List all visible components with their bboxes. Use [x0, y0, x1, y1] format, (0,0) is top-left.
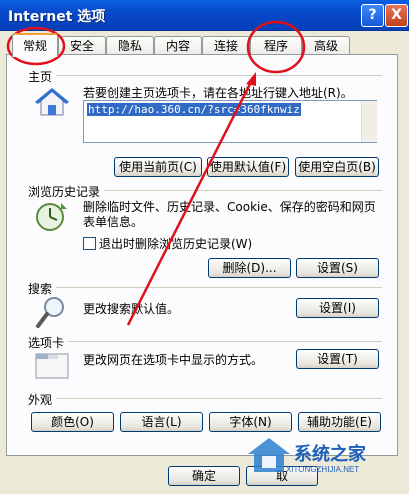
fonts-button[interactable]: 字体(N) [209, 412, 292, 432]
delete-on-exit-label: 退出时删除浏览历史记录(W) [99, 237, 253, 251]
appearance-section-title: 外观 [28, 393, 53, 407]
tab-programs[interactable]: 程序 [250, 36, 302, 55]
watermark-brand: 系统之家 [294, 444, 366, 465]
use-default-button[interactable]: 使用默认值(F) [207, 157, 289, 177]
tabs-description: 更改网页在选项卡中显示的方式。 [83, 353, 264, 367]
ok-button[interactable]: 确定 [168, 466, 240, 486]
home-icon [34, 84, 70, 120]
history-section-title: 浏览历史记录 [28, 185, 101, 199]
tab-content[interactable]: 内容 [154, 36, 202, 55]
tabbed-window-icon [34, 346, 70, 382]
tabs-settings-button[interactable]: 设置(T) [296, 349, 379, 369]
tab-connections[interactable]: 连接 [202, 36, 250, 55]
homepage-url-field[interactable]: http://hao.360.cn/?src=360fknwiz [83, 100, 377, 143]
search-settings-button[interactable]: 设置(I) [296, 298, 379, 318]
accessibility-button[interactable]: 辅助功能(E) [298, 412, 381, 432]
homepage-url-value: http://hao.360.cn/?src=360fknwiz [87, 103, 301, 116]
history-divider [104, 190, 382, 191]
search-description: 更改搜索默认值。 [83, 302, 180, 316]
history-description: 删除临时文件、历史记录、Cookie、保存的密码和网页表单信息。 [83, 200, 376, 229]
delete-on-exit-checkbox[interactable] [83, 237, 96, 250]
tab-security[interactable]: 安全 [58, 36, 106, 55]
use-current-button[interactable]: 使用当前页(C) [114, 157, 202, 177]
window-title: Internet 选项 [8, 9, 106, 25]
use-blank-button[interactable]: 使用空白页(B) [295, 157, 379, 177]
colors-button[interactable]: 颜色(O) [31, 412, 114, 432]
homepage-description: 若要创建主页选项卡，请在各地址行键入地址(R)。 [83, 86, 353, 100]
history-clock-icon [34, 199, 70, 235]
search-divider [56, 287, 382, 288]
homepage-scrollbar[interactable] [361, 101, 377, 142]
help-button[interactable]: ? [361, 4, 384, 27]
tab-advanced[interactable]: 高级 [302, 36, 350, 55]
languages-button[interactable]: 语言(L) [120, 412, 203, 432]
delete-history-button[interactable]: 删除(D)... [208, 258, 291, 278]
close-button[interactable]: X [385, 4, 408, 27]
homepage-divider [56, 75, 382, 76]
tab-general[interactable]: 常规 [12, 33, 58, 57]
tabs-divider [68, 341, 382, 342]
history-settings-button[interactable]: 设置(S) [296, 258, 379, 278]
watermark-site: XITONGZHIJIA.NET [286, 465, 360, 474]
search-magnifier-icon [34, 294, 70, 330]
homepage-section-title: 主页 [28, 70, 53, 84]
appearance-divider [56, 398, 382, 399]
tab-privacy[interactable]: 隐私 [106, 36, 154, 55]
